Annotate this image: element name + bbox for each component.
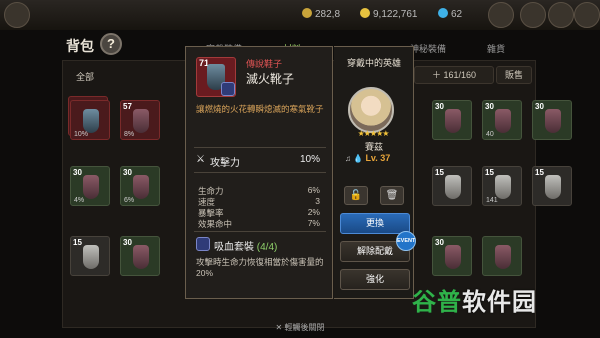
inventory-slot[interactable]: 30 6% [120,166,160,206]
filter-all[interactable]: 全部 [76,70,94,83]
item-name: 滅火靴子 [246,72,295,86]
substat-row: 暴擊率 2% [198,207,320,218]
hero-info: ♫ 💧 Lv. 37 [345,153,390,163]
hero-portrait[interactable] [348,87,394,133]
inventory-slot[interactable]: 30 4% [70,166,110,206]
lock-button[interactable]: 🔓 [344,186,368,205]
main-stat-label: 攻擊力 [210,158,240,169]
inventory-slot[interactable]: 30 [120,236,160,276]
back-button[interactable] [4,2,30,28]
water-element-icon: 💧 [353,154,364,163]
enhance-button[interactable]: 強化 [340,269,410,290]
substat-row: 效果命中 7% [198,218,320,229]
divider [194,147,326,148]
item-rarity: 傳說鞋子 [246,59,283,69]
inventory-slot[interactable]: 15 [532,166,572,206]
divider [194,231,326,232]
boots-icon: 71 [196,57,236,97]
crystal-icon [438,8,448,18]
shop-button[interactable] [488,2,514,28]
vampire-set-icon [196,237,210,251]
item-tooltip: 71 傳說鞋子 滅火靴子 讓燃燒的火花轉瞬熄滅的寒氣靴子 ⚔ 攻擊力 10% 生… [185,46,333,299]
top-bar: 282,8 9,122,761 62 [0,0,600,30]
inventory-slot[interactable]: 15 [70,236,110,276]
substat-row: 生命力 6% [198,185,320,196]
bag-title: 背包 [66,38,94,54]
inventory-slot[interactable] [482,236,522,276]
help-button[interactable]: ? [100,33,122,55]
home-button[interactable] [520,2,546,28]
currency-2: 9,122,761 [360,8,418,20]
inventory-slot[interactable]: 30 [432,100,472,140]
sword-icon: ⚔ [196,154,205,165]
item-description: 讓燃燒的火花轉瞬熄滅的寒氣靴子 [196,104,324,114]
trash-icon: 🗑 [385,190,399,201]
inventory-slot[interactable]: 30 40 [482,100,522,140]
currency-3: 62 [438,8,462,20]
divider [194,172,326,173]
substat-row: 速度 3 [198,196,320,207]
settings-button[interactable] [574,2,600,28]
inventory-slot[interactable]: 15 141 [482,166,522,206]
bag-capacity[interactable]: ＋ 161/160 [414,66,494,84]
set-description: 攻擊時生命力恢復相當於傷害量的20% [196,257,324,278]
menu-button[interactable] [548,2,574,28]
inventory-slot[interactable]: 10% [70,100,110,140]
main-stat-value: 10% [299,154,320,165]
inventory-slot[interactable]: 30 [432,236,472,276]
lock-icon: 🔓 [349,190,363,201]
discard-button[interactable]: 🗑 [380,186,404,205]
inventory-slot[interactable]: 57 8% [120,100,160,140]
inventory-slot[interactable]: 15 [432,166,472,206]
hero-panel-title: 穿戴中的英雄 [346,58,401,68]
set-name: 吸血套裝 (4/4) [214,242,278,253]
gold-icon [360,8,370,18]
watermark: 谷普软件园 [412,289,537,316]
currency-1: 282,8 [302,8,340,20]
sell-button[interactable]: 販售 [496,66,532,84]
energy-icon [302,8,312,18]
class-icon: ♫ [345,154,351,163]
inventory-slot[interactable]: 30 [532,100,572,140]
hero-level: Lv. 37 [365,153,391,163]
close-hint[interactable]: ✕ 輕觸後關閉 [0,322,600,333]
set-badge-icon [221,82,235,96]
hero-name: 賽茲 [364,142,383,152]
tab-misc[interactable]: 雜貨 [462,40,530,58]
change-button[interactable]: 更換 [340,213,410,234]
hero-stars: ★★★★★ [357,129,390,138]
event-badge[interactable]: EVENT [396,231,416,251]
equipped-hero-panel: 穿戴中的英雄 ★★★★★ 賽茲 ♫ 💧 Lv. 37 🔓 🗑 更換 解除配戴 強… [334,46,414,299]
